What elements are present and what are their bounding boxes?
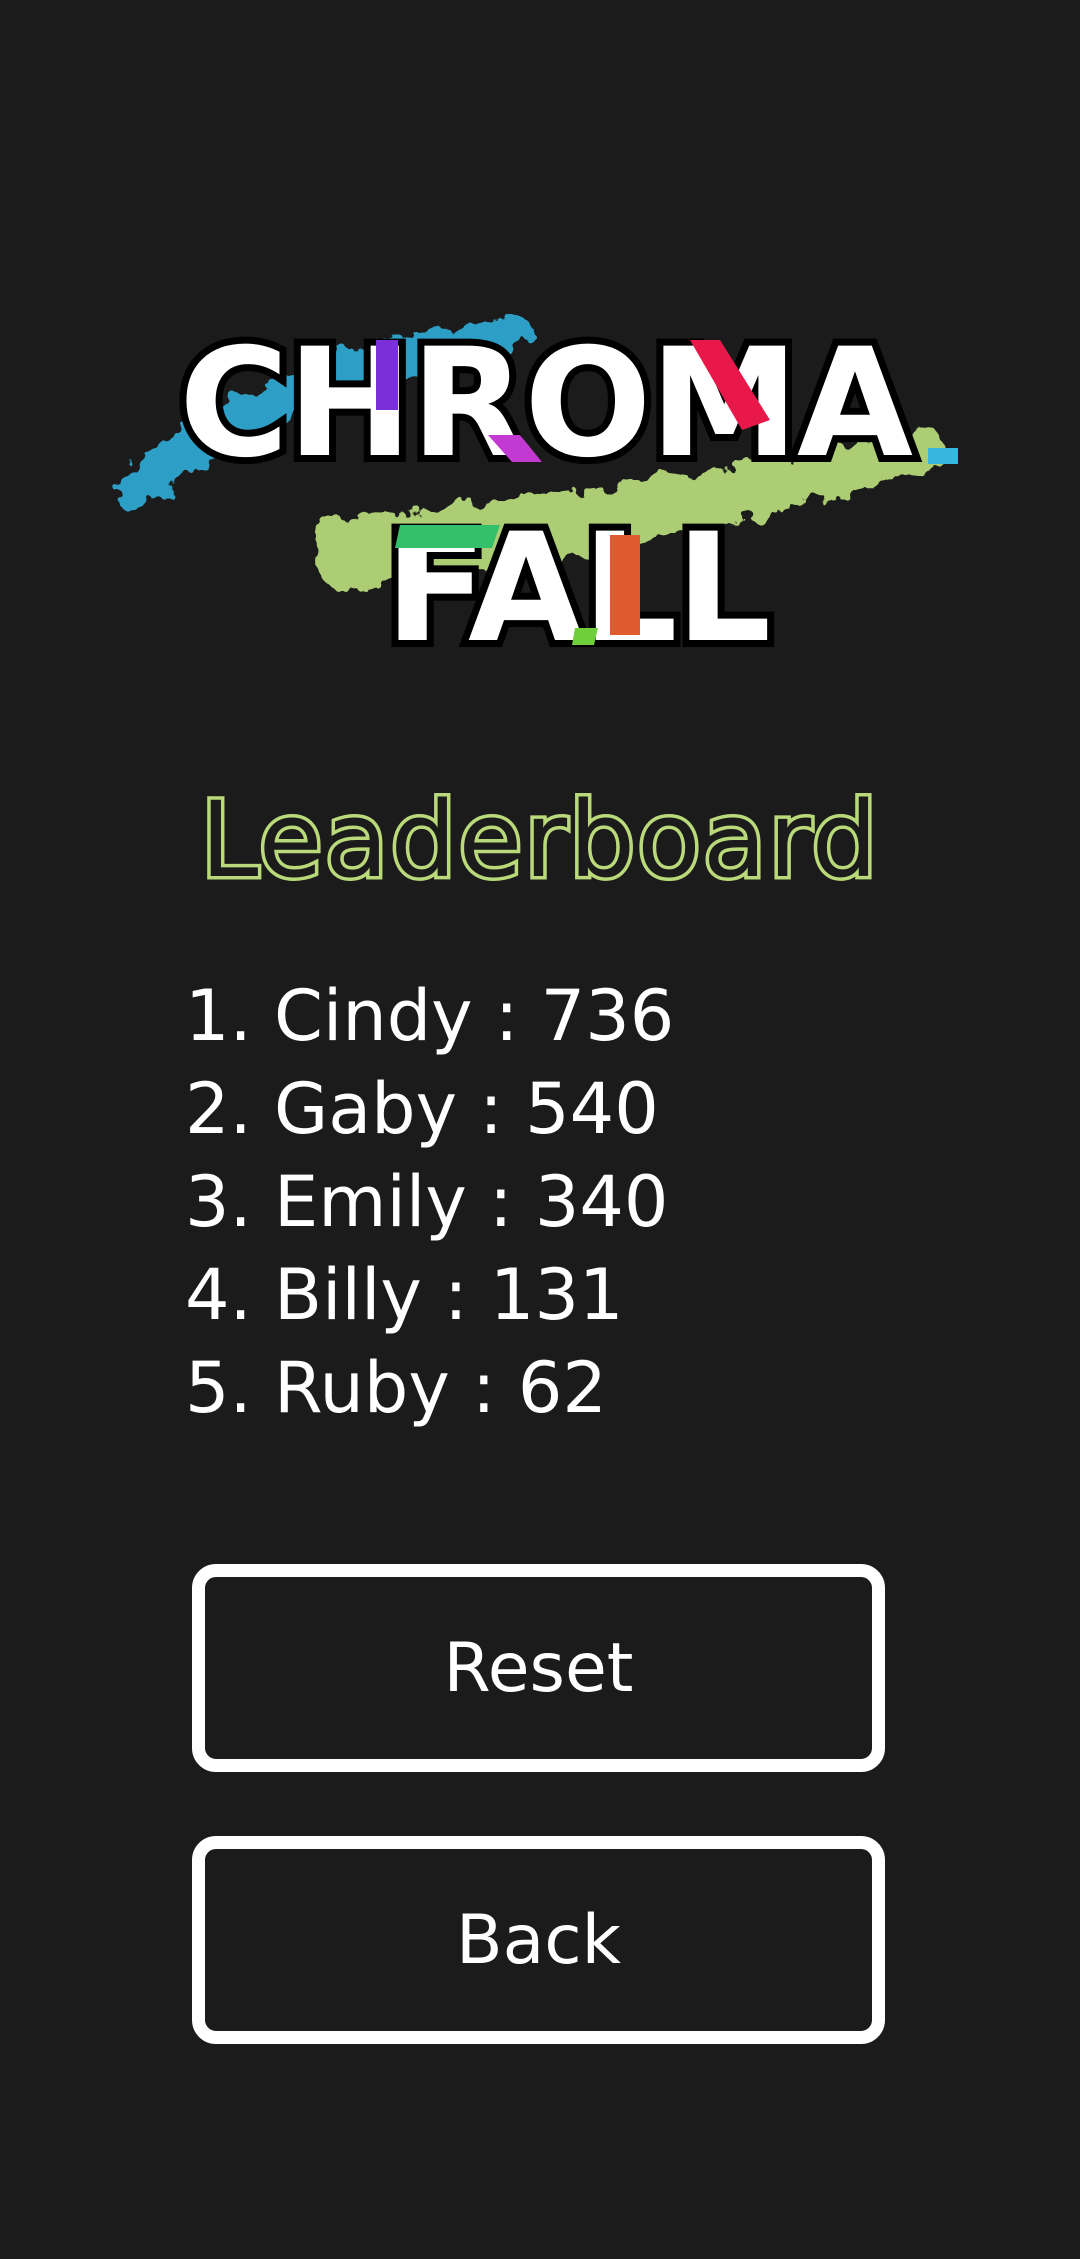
- h-accent: [376, 340, 398, 410]
- back-button-label: Back: [455, 1900, 622, 1980]
- leaderboard-entry: 3. Emily : 340: [185, 1161, 669, 1243]
- l-accent: [610, 535, 640, 635]
- leaderboard-entry: 5. Ruby : 62: [185, 1347, 607, 1429]
- logo-title-fall: FALL: [378, 495, 779, 683]
- leaderboard-entry: 1. Cindy : 736: [185, 975, 675, 1057]
- back-button[interactable]: Back: [192, 1836, 885, 2044]
- leaderboard-entry: 4. Billy : 131: [185, 1254, 624, 1336]
- leaderboard-title: Leaderboard: [197, 777, 881, 904]
- reset-button[interactable]: Reset: [192, 1564, 885, 1772]
- reset-button-label: Reset: [443, 1628, 634, 1708]
- leaderboard-entry: 2. Gaby : 540: [185, 1068, 659, 1150]
- logo-title-chroma: CHROMA: [172, 310, 958, 498]
- leaderboard-list: 1. Cindy : 736 2. Gaby : 540 3. Emily : …: [185, 970, 985, 1435]
- game-logo: CHROMA FALL: [0, 0, 1080, 700]
- svg-text:CHROMA: CHROMA: [179, 317, 913, 491]
- a-accent: [928, 448, 958, 464]
- f-accent: [395, 525, 500, 548]
- fall-a-accent: [572, 628, 598, 645]
